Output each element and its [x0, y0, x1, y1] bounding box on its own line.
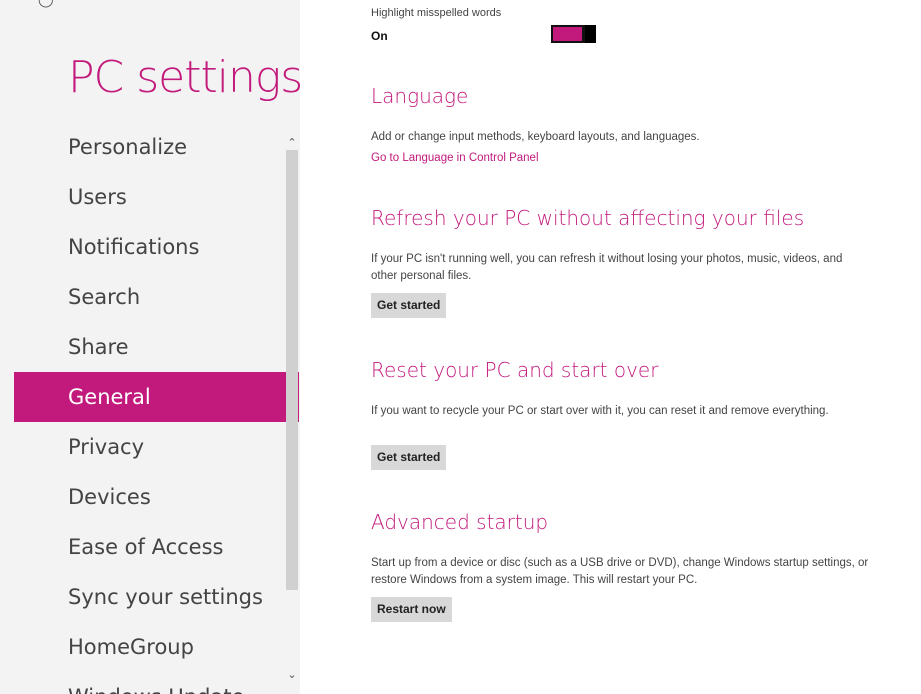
refresh-heading: Refresh your PC without affecting your f… — [371, 206, 805, 230]
refresh-description: If your PC isn't running well, you can r… — [371, 253, 843, 282]
advanced-startup-description: Start up from a device or disc (such as … — [371, 557, 869, 586]
back-arrow-icon[interactable]: ◯ — [38, 0, 54, 6]
toggle-fill — [553, 27, 582, 41]
toggle-thumb[interactable] — [585, 25, 596, 43]
language-heading: Language — [371, 84, 469, 108]
chevron-up-icon[interactable]: ⌃ — [285, 136, 299, 150]
nav-item-sync-settings[interactable]: Sync your settings — [14, 572, 286, 622]
settings-nav: Personalize Users Notifications Search S… — [14, 122, 286, 694]
spelling-toggle-state: On — [371, 29, 388, 43]
spelling-label: Highlight misspelled words — [371, 7, 502, 19]
language-description: Add or change input methods, keyboard la… — [371, 131, 700, 143]
nav-item-general[interactable]: General — [14, 372, 286, 422]
nav-item-ease-of-access[interactable]: Ease of Access — [14, 522, 286, 572]
nav-item-share[interactable]: Share — [14, 322, 286, 372]
language-control-panel-link[interactable]: Go to Language in Control Panel — [371, 152, 539, 164]
nav-item-users[interactable]: Users — [14, 172, 286, 222]
restart-now-button[interactable]: Restart now — [371, 597, 452, 622]
nav-item-devices[interactable]: Devices — [14, 472, 286, 522]
reset-get-started-button[interactable]: Get started — [371, 445, 447, 470]
settings-detail-pane: Highlight misspelled words On Language A… — [300, 7, 921, 694]
reset-heading: Reset your PC and start over — [371, 358, 659, 382]
nav-item-privacy[interactable]: Privacy — [14, 422, 286, 472]
nav-item-notifications[interactable]: Notifications — [14, 222, 286, 272]
nav-item-personalize[interactable]: Personalize — [14, 122, 286, 172]
spelling-toggle[interactable] — [551, 25, 596, 43]
scroll-thumb[interactable] — [286, 150, 298, 590]
page-title: PC settings — [68, 52, 300, 103]
nav-item-windows-update[interactable]: Windows Update — [14, 672, 286, 694]
nav-item-search[interactable]: Search — [14, 272, 286, 322]
advanced-startup-heading: Advanced startup — [371, 510, 549, 534]
reset-description: If you want to recycle your PC or start … — [371, 405, 829, 417]
nav-item-homegroup[interactable]: HomeGroup — [14, 622, 286, 672]
left-pane: ◯ PC settings Personalize Users Notifica… — [0, 0, 300, 694]
chevron-down-icon[interactable]: ⌄ — [285, 668, 299, 682]
nav-scrollbar[interactable]: ⌃ ⌄ — [285, 122, 299, 682]
refresh-get-started-button[interactable]: Get started — [371, 293, 447, 318]
